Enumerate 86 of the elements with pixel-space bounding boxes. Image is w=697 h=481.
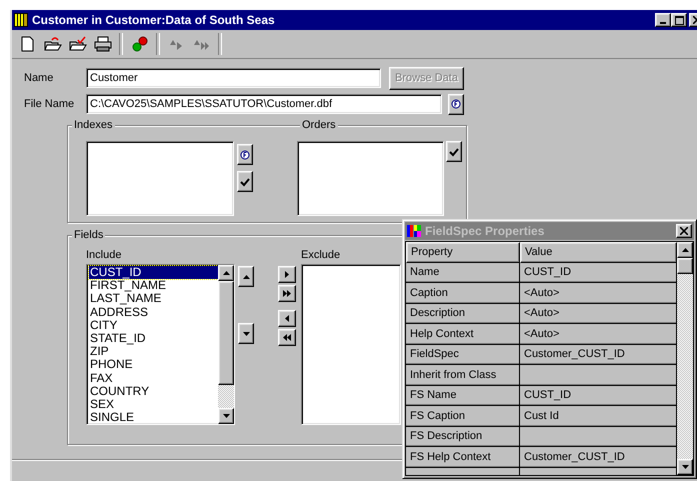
right-arrow-icon (285, 271, 289, 278)
close-button[interactable] (676, 224, 692, 238)
balls-icon (130, 36, 148, 52)
function-button[interactable] (448, 94, 464, 114)
include-all-button[interactable] (278, 329, 296, 346)
function-icon (451, 99, 461, 109)
function-icon (240, 150, 250, 160)
scroll-thumb[interactable] (677, 258, 693, 274)
table-cell: FS Help Context (406, 447, 520, 468)
orders-list[interactable] (297, 141, 444, 216)
down-arrow-icon (682, 465, 688, 469)
function-button[interactable] (237, 144, 253, 165)
include-label: Include (86, 248, 122, 263)
list-item[interactable]: FAX (89, 372, 218, 385)
check-icon (449, 146, 459, 156)
name-label: Name (24, 72, 54, 84)
table-cell: Help Context (406, 324, 520, 344)
list-item[interactable]: CITY (89, 318, 218, 332)
scrollbar[interactable] (218, 265, 234, 424)
table-cell: Customer_CUST_ID (520, 344, 677, 365)
exclude-label: Exclude (301, 248, 340, 263)
indexes-label: Indexes (72, 119, 115, 131)
check-button[interactable] (446, 141, 462, 162)
list-item[interactable]: PHONE (89, 358, 218, 372)
column-header[interactable]: Property (406, 242, 520, 262)
indexes-list[interactable] (86, 141, 234, 216)
table-cell: Customer_CUST_ID (520, 447, 677, 468)
list-item[interactable]: FIRST_NAME (89, 279, 218, 292)
table-cell: FieldSpec (406, 344, 520, 365)
down-arrow-icon (222, 414, 230, 418)
document-icon (18, 36, 36, 52)
check-icon (240, 176, 250, 186)
minimize-button[interactable] (655, 13, 671, 27)
list-item[interactable]: COUNTRY (89, 384, 218, 398)
table-cell: Description (406, 304, 520, 324)
move-up-button[interactable] (238, 266, 254, 287)
table-cell: Caption (406, 283, 520, 304)
list-item[interactable]: ADDRESS (89, 306, 218, 319)
name-field[interactable]: Customer (86, 68, 381, 88)
folder-icon (44, 36, 62, 52)
scroll-thumb[interactable] (218, 281, 234, 385)
exclude-button[interactable] (278, 266, 296, 283)
left-arrow-icon (285, 315, 289, 322)
maximize-icon (674, 16, 684, 24)
list-item[interactable]: ZIP (89, 345, 218, 358)
table-cell: Inherit from Class (406, 365, 520, 386)
check-button[interactable] (237, 171, 253, 192)
table-cell: FS Description (406, 426, 520, 447)
table-cell: <Auto> (520, 283, 677, 304)
double-left-arrow-icon (283, 334, 291, 341)
list-item[interactable]: LAST_NAME (89, 292, 218, 306)
up-arrow-icon (682, 248, 688, 252)
table-cell: <Auto> (520, 304, 677, 324)
list-item[interactable]: SINGLE (89, 411, 218, 424)
exclude-list[interactable] (301, 264, 401, 425)
move-down-button[interactable] (238, 323, 254, 344)
table-cell: FS Caption (406, 406, 520, 426)
list-item[interactable]: CUST_ID (89, 266, 218, 280)
fields-label: Fields (72, 229, 106, 241)
exclude-all-button[interactable] (278, 285, 296, 302)
window-title: Customer in Customer:Data of South Seas (32, 13, 275, 27)
column-header[interactable]: Value (520, 242, 677, 262)
include-button[interactable] (278, 310, 296, 327)
app-icon (14, 13, 28, 27)
printer-icon (94, 36, 112, 52)
file-name-label: File Name (24, 98, 76, 110)
list-item[interactable]: SEX (89, 398, 218, 412)
up-arrow-icon (222, 271, 230, 275)
down-arrow-icon (242, 332, 250, 336)
orders-label: Orders (300, 119, 338, 131)
table-cell: Cust Id (520, 406, 677, 426)
table-cell: Name (406, 262, 520, 283)
palette-icon (407, 225, 421, 237)
table-cell: <Auto> (520, 324, 677, 344)
maximize-button[interactable] (671, 13, 687, 27)
list-item[interactable]: STATE_ID (89, 332, 218, 346)
folder-check-icon (68, 36, 86, 52)
file-name-field[interactable]: C:\CAVO25\SAMPLES\SSATUTOR\Customer.dbf (86, 94, 442, 114)
table-cell: CUST_ID (520, 262, 677, 283)
scrollbar[interactable] (677, 242, 693, 475)
palette-title: FieldSpec Properties (425, 224, 544, 238)
table-cell: FS Name (406, 386, 520, 406)
double-right-arrow-icon (283, 290, 291, 297)
up-arrow-icon (242, 274, 250, 278)
table-cell: CUST_ID (520, 386, 677, 406)
close-icon (680, 227, 688, 235)
